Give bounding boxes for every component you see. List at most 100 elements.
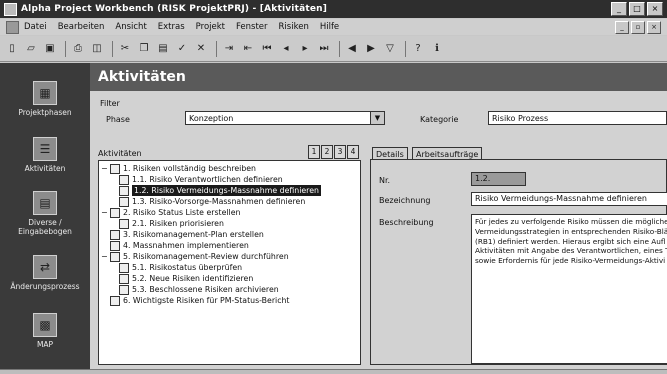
- activity-icon: [119, 196, 129, 207]
- sidebar-item-label: Diverse / Eingabebogen: [18, 218, 72, 236]
- level-4-button[interactable]: 4: [347, 145, 359, 159]
- level-buttons: 1 2 3 4: [308, 145, 359, 159]
- menu-ansicht[interactable]: Ansicht: [115, 22, 146, 32]
- tree-item[interactable]: 5.3. Beschlossene Risiken archivieren: [119, 284, 279, 295]
- sidebar-item-label: Aktivitäten: [24, 164, 66, 173]
- menu-bar: Datei Bearbeiten Ansicht Extras Projekt …: [0, 19, 667, 35]
- tree-item[interactable]: 2.1. Risiken priorisieren: [119, 218, 224, 229]
- level-3-button[interactable]: 3: [334, 145, 346, 159]
- level-2-button[interactable]: 2: [321, 145, 333, 159]
- tree-item[interactable]: 1.1. Risiko Verantwortlichen definieren: [119, 174, 283, 185]
- cut-icon[interactable]: ✂: [117, 41, 133, 57]
- maximize-icon[interactable]: □: [629, 2, 645, 16]
- tree-item[interactable]: −1. Risiken vollständig beschreiben: [101, 163, 256, 174]
- tree-item-selected[interactable]: 1.2. Risiko Vermeidungs-Massnahme defini…: [119, 185, 321, 196]
- new-icon[interactable]: ▯: [4, 41, 20, 57]
- level-1-button[interactable]: 1: [308, 145, 320, 159]
- form-icon: ▤: [33, 191, 57, 215]
- toolbar-separator: [405, 40, 406, 57]
- change-icon: ⇄: [33, 255, 57, 279]
- tree-item[interactable]: 3. Risikomanagement-Plan erstellen: [110, 229, 264, 240]
- tree-item[interactable]: 5.1. Risikostatus überprüfen: [119, 262, 242, 273]
- menu-projekt[interactable]: Projekt: [196, 22, 225, 32]
- collapse-icon[interactable]: −: [101, 163, 109, 174]
- window-title: Alpha Project Workbench (RISK ProjektPRJ…: [21, 4, 328, 14]
- doc-restore-icon[interactable]: ▫: [631, 21, 645, 34]
- first-icon[interactable]: ⏮: [259, 41, 275, 57]
- activity-icon: [110, 163, 120, 174]
- tree-item[interactable]: 4. Massnahmen implementieren: [110, 240, 249, 251]
- name-label: Bezeichnung: [379, 196, 431, 205]
- minimize-icon[interactable]: _: [611, 2, 627, 16]
- next-icon[interactable]: ▸: [297, 41, 313, 57]
- print-icon[interactable]: ⎙: [70, 41, 86, 57]
- check-icon[interactable]: ✓: [174, 41, 190, 57]
- menu-datei[interactable]: Datei: [24, 22, 47, 32]
- tree-item[interactable]: 6. Wichtigste Risiken für PM-Status-Beri…: [110, 295, 289, 306]
- tree-item[interactable]: −2. Risiko Status Liste erstellen: [101, 207, 240, 218]
- indent-icon[interactable]: ⇥: [221, 41, 237, 57]
- activity-icon: [119, 218, 129, 229]
- activity-icon: [110, 240, 120, 251]
- menu-risiken[interactable]: Risiken: [279, 22, 309, 32]
- chevron-down-icon[interactable]: ▼: [370, 112, 384, 124]
- menu-hilfe[interactable]: Hilfe: [320, 22, 339, 32]
- description-field[interactable]: Für jedes zu verfolgende Risiko müssen d…: [471, 214, 667, 364]
- sidebar-item-aktivitaeten[interactable]: ☰ Aktivitäten: [0, 137, 90, 173]
- activities-tree[interactable]: −1. Risiken vollständig beschreiben 1.1.…: [98, 160, 361, 365]
- preview-icon[interactable]: ◫: [89, 41, 105, 57]
- copy-icon[interactable]: ❐: [136, 41, 152, 57]
- filter-icon[interactable]: ▽: [382, 41, 398, 57]
- title-bar: Alpha Project Workbench (RISK ProjektPRJ…: [0, 0, 667, 18]
- prev-icon[interactable]: ◂: [278, 41, 294, 57]
- sidebar-item-label: Projektphasen: [18, 108, 72, 117]
- nr-label: Nr.: [379, 176, 391, 185]
- page-title: Aktivitäten: [90, 63, 667, 91]
- sidebar-item-map[interactable]: ▩ MAP: [0, 313, 90, 349]
- tree-item[interactable]: −5. Risikomanagement-Review durchführen: [101, 251, 289, 262]
- toolbar-separator: [65, 40, 66, 57]
- open-icon[interactable]: ▱: [23, 41, 39, 57]
- doc-close-icon[interactable]: ×: [647, 21, 661, 34]
- delete-icon[interactable]: ✕: [193, 41, 209, 57]
- category-field[interactable]: Risiko Prozess: [488, 111, 667, 125]
- tree-item[interactable]: 5.2. Neue Risiken identifizieren: [119, 273, 253, 284]
- app-icon: [4, 2, 17, 16]
- toolbar: ▯ ▱ ▣ ⎙ ◫ ✂ ❐ ▤ ✓ ✕ ⇥ ⇤ ⏮ ◂ ▸ ⏭ ◀ ▶ ▽ ? …: [0, 36, 667, 62]
- activity-icon: [110, 207, 120, 218]
- filter-label: Filter: [100, 99, 120, 108]
- name-field[interactable]: Risiko Vermeidungs-Massnahme definieren: [471, 192, 667, 206]
- activity-icon: [119, 262, 129, 273]
- toolbar-separator: [216, 40, 217, 57]
- activity-icon: [110, 229, 120, 240]
- forward-icon[interactable]: ▶: [363, 41, 379, 57]
- sidebar-item-aenderungsprozess[interactable]: ⇄ Änderungsprozess: [0, 255, 90, 291]
- menu-extras[interactable]: Extras: [158, 22, 185, 32]
- menu-bearbeiten[interactable]: Bearbeiten: [58, 22, 105, 32]
- save-icon[interactable]: ▣: [42, 41, 58, 57]
- activity-icon: [110, 251, 120, 262]
- document-icon[interactable]: [6, 20, 19, 34]
- collapse-icon[interactable]: −: [101, 207, 109, 218]
- last-icon[interactable]: ⏭: [316, 41, 332, 57]
- paste-icon[interactable]: ▤: [155, 41, 171, 57]
- doc-minimize-icon[interactable]: _: [615, 21, 629, 34]
- activity-icon: [119, 273, 129, 284]
- back-icon[interactable]: ◀: [344, 41, 360, 57]
- collapse-icon[interactable]: −: [101, 251, 109, 262]
- phase-label: Phase: [106, 115, 130, 124]
- sidebar-item-projektphasen[interactable]: ▦ Projektphasen: [0, 81, 90, 117]
- activity-icon: [119, 185, 129, 196]
- menu-fenster[interactable]: Fenster: [236, 22, 268, 32]
- sidebar-item-eingabebogen[interactable]: ▤ Diverse / Eingabebogen: [0, 191, 90, 236]
- activity-icon: [119, 284, 129, 295]
- phase-select[interactable]: Konzeption ▼: [185, 111, 385, 125]
- toolbar-separator: [112, 40, 113, 57]
- tree-item[interactable]: 1.3. Risiko-Vorsorge-Massnahmen definier…: [119, 196, 305, 207]
- toolbar-separator: [339, 40, 340, 57]
- close-icon[interactable]: ×: [647, 2, 663, 16]
- document-window-buttons: _ ▫ ×: [615, 21, 661, 34]
- outdent-icon[interactable]: ⇤: [240, 41, 256, 57]
- help-icon[interactable]: ?: [410, 41, 426, 57]
- info-icon[interactable]: ℹ: [429, 41, 445, 57]
